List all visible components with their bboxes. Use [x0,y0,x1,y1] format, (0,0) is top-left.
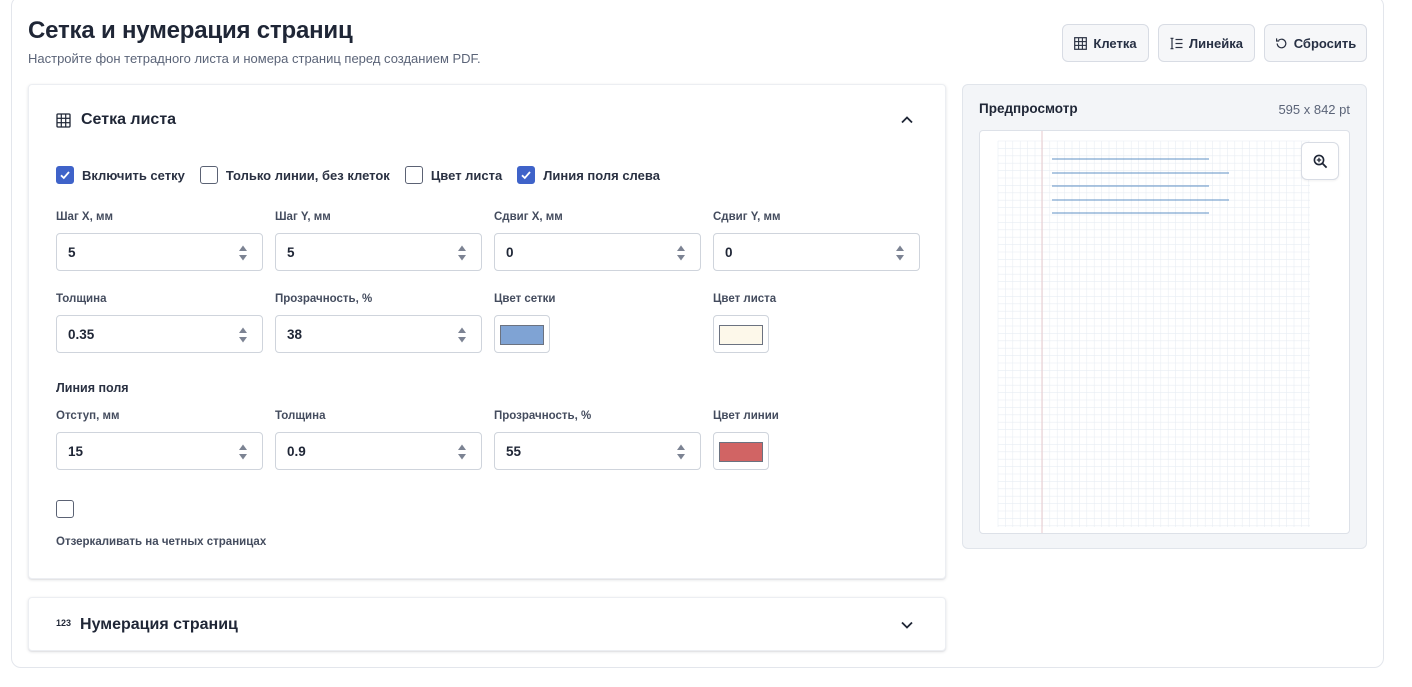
spinner-icon[interactable] [238,326,248,344]
preview-panel: Предпросмотр 595 x 842 pt [962,84,1367,549]
offset-x-label: Сдвиг X, мм [494,211,563,223]
enable-grid-checkbox[interactable]: Включить сетку [56,166,185,184]
margin-thickness-input[interactable]: 0.9 [275,432,482,470]
chevron-down-icon [901,621,913,629]
ruler-preset-button[interactable]: Линейка [1158,24,1255,62]
checkbox-box [56,166,74,184]
offset-y-input[interactable]: 0 [713,233,920,271]
margin-thickness-value: 0.9 [287,443,306,459]
spinner-icon[interactable] [238,443,248,461]
sheet-color-swatch [719,325,763,345]
lines-only-checkbox[interactable]: Только линии, без клеток [199,166,390,184]
preview-title: Предпросмотр [979,101,1078,116]
checkbox-label: Цвет листа [430,167,503,183]
grid-options: Включить сетку Только линии, без клеток … [56,166,675,184]
spinner-icon[interactable] [457,326,467,344]
checkbox-box [56,500,74,518]
margin-line-heading: Линия поля [56,381,129,395]
margin-thickness-label: Толщина [275,410,326,422]
sheet-color-picker[interactable] [713,315,769,353]
step-x-label: Шаг X, мм [56,211,114,223]
sheet-color-label: Цвет листа [713,293,777,305]
opacity-input[interactable]: 38 [275,315,482,353]
page-title: Сетка и нумерация страниц [28,17,353,44]
spinner-icon[interactable] [895,244,905,262]
margin-color-label: Цвет линии [713,410,779,422]
spinner-icon[interactable] [676,443,686,461]
spinner-icon[interactable] [457,244,467,262]
table-grid-icon [56,112,71,128]
page-numbering-header[interactable]: 123 Нумерация страниц [29,598,945,652]
mirror-even-checkbox[interactable] [56,500,74,518]
thickness-input[interactable]: 0.35 [56,315,263,353]
checkbox-label: Включить сетку [82,167,185,183]
preview-page-graphic [997,131,1310,533]
check-icon [521,171,531,180]
margin-opacity-label: Прозрачность, % [494,410,592,422]
grid-color-swatch [500,325,544,345]
thickness-value: 0.35 [68,326,95,342]
sheet-color-checkbox[interactable]: Цвет листа [404,166,503,184]
spinner-icon[interactable] [238,244,248,262]
thickness-label: Толщина [56,293,107,305]
zoom-in-icon [1313,154,1327,168]
margin-opacity-value: 55 [506,443,522,459]
margin-indent-value: 15 [68,443,84,459]
chevron-up-icon [901,116,913,124]
reset-button[interactable]: Сбросить [1264,24,1367,62]
grid-color-picker[interactable] [494,315,550,353]
reset-icon [1275,37,1287,48]
offset-x-input[interactable]: 0 [494,233,701,271]
grid-settings-header[interactable]: Сетка листа [29,93,945,147]
step-y-value: 5 [287,244,295,260]
reset-label: Сбросить [1293,35,1357,51]
grid-preset-button[interactable]: Клетка [1062,24,1149,62]
opacity-value: 38 [287,326,303,342]
step-x-input[interactable]: 5 [56,233,263,271]
margin-indent-input[interactable]: 15 [56,432,263,470]
mirror-even-label: Отзеркаливать на четных страницах [56,536,267,548]
grid-color-label: Цвет сетки [494,293,556,305]
spinner-icon[interactable] [457,443,467,461]
checkbox-label: Линия поля слева [543,167,660,183]
step-y-label: Шаг Y, мм [275,211,331,223]
zoom-button[interactable] [1301,142,1339,180]
offset-y-value: 0 [725,244,733,260]
offset-x-value: 0 [506,244,514,260]
spinner-icon[interactable] [676,244,686,262]
grid-preset-label: Клетка [1093,35,1137,51]
step-y-input[interactable]: 5 [275,233,482,271]
checkbox-box [517,166,536,184]
checkbox-label: Только линии, без клеток [225,167,390,183]
offset-y-label: Сдвиг Y, мм [713,211,781,223]
checkbox-box [404,166,423,184]
page-numbering-title: Нумерация страниц [80,616,238,633]
preview-page-size: 595 x 842 pt [1278,102,1350,117]
numbering-123-icon: 123 [56,618,72,628]
grid-settings-card: Сетка листа Включить сетку Только линии,… [28,84,946,579]
grid-settings-title: Сетка листа [81,111,177,128]
margin-opacity-input[interactable]: 55 [494,432,701,470]
margin-color-picker[interactable] [713,432,769,470]
margin-indent-label: Отступ, мм [56,410,120,422]
list-ruler-icon [1170,37,1183,49]
page-subtitle: Настройте фон тетрадного листа и номера … [28,51,481,66]
checkbox-box [199,166,218,184]
ruler-preset-label: Линейка [1189,35,1243,51]
step-x-value: 5 [68,244,76,260]
grid-icon [1074,36,1088,50]
page-numbering-card: 123 Нумерация страниц [28,597,946,651]
check-icon [60,171,70,180]
opacity-label: Прозрачность, % [275,293,373,305]
margin-line-checkbox[interactable]: Линия поля слева [517,166,660,184]
preview-page [979,130,1350,534]
margin-color-swatch [719,442,763,462]
